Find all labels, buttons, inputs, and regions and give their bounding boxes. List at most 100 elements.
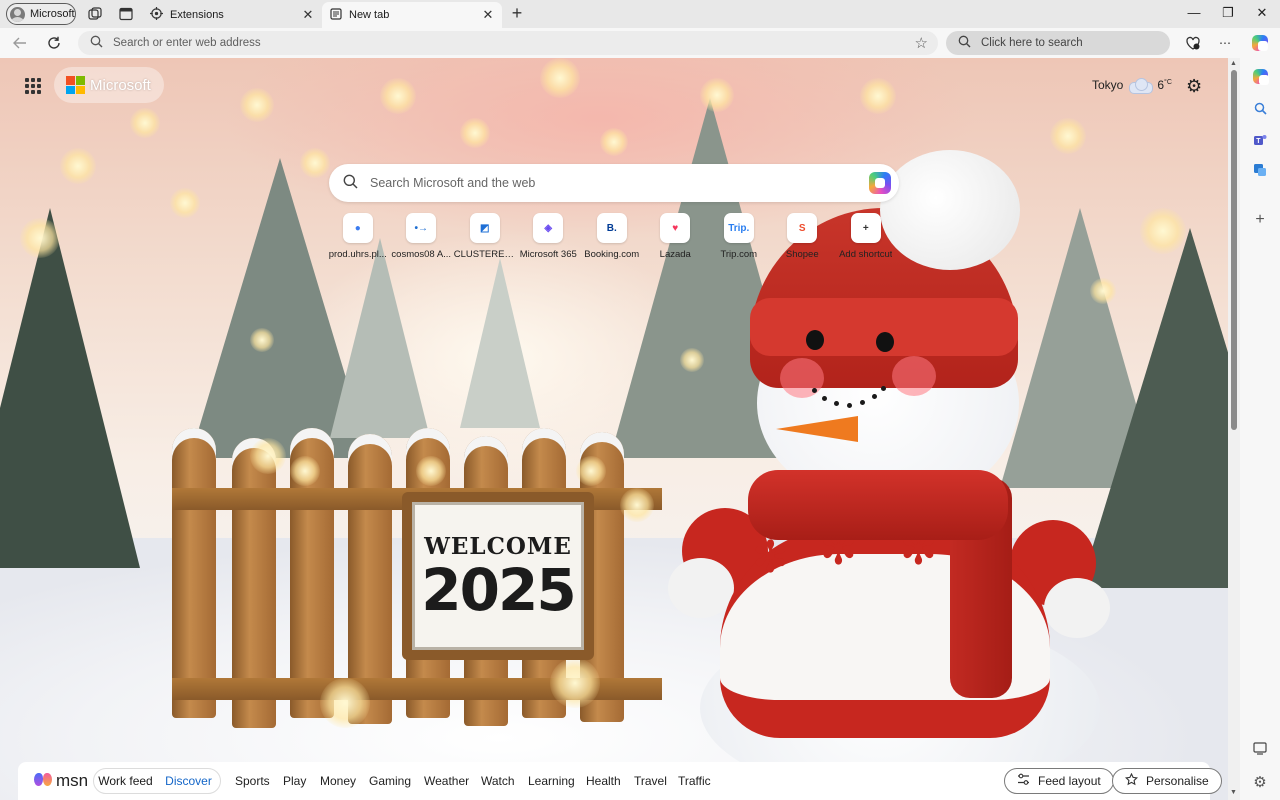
nav-link-gaming[interactable]: Gaming bbox=[369, 774, 411, 788]
back-icon[interactable] bbox=[10, 33, 30, 53]
msn-butterfly-icon bbox=[34, 773, 54, 789]
refresh-icon[interactable] bbox=[44, 33, 64, 53]
copilot-icon[interactable] bbox=[1252, 68, 1269, 85]
shortcut-label: CLUSTERED ... bbox=[453, 249, 516, 260]
shortcut-tile[interactable]: ♥ Lazada bbox=[644, 213, 708, 260]
avatar-icon bbox=[10, 6, 25, 22]
discover-tab[interactable]: Discover bbox=[157, 774, 220, 788]
web-search-box[interactable]: Search Microsoft and the web bbox=[329, 164, 899, 202]
nav-link-weather[interactable]: Weather bbox=[424, 774, 469, 788]
profile-button[interactable]: Microsoft bbox=[6, 3, 76, 25]
tab-actions-icon[interactable] bbox=[118, 6, 134, 22]
scroll-down-arrow-icon[interactable]: ▼ bbox=[1230, 789, 1237, 796]
minimize-button[interactable]: — bbox=[1184, 5, 1204, 20]
weather-widget[interactable]: Tokyo 6°C bbox=[1092, 78, 1172, 94]
shortcut-tile[interactable]: S Shopee bbox=[771, 213, 835, 260]
light-bokeh bbox=[860, 78, 896, 114]
light-bokeh bbox=[320, 678, 370, 728]
sign-line-2: 2025 bbox=[421, 555, 576, 624]
page-settings-icon[interactable]: ⚙ bbox=[1186, 76, 1202, 97]
close-tab-icon[interactable]: ✕ bbox=[480, 7, 496, 23]
tab-new-tab[interactable]: New tab ✕ bbox=[322, 2, 502, 28]
address-bar[interactable]: Search or enter web address ☆ bbox=[78, 31, 938, 55]
browser-essentials-icon[interactable] bbox=[1184, 34, 1202, 52]
new-tab-button[interactable]: + bbox=[507, 4, 527, 22]
scrollbar-thumb[interactable] bbox=[1231, 70, 1237, 430]
tab-strip: Microsoft Extensions ✕ New tab ✕ + — ❐ ✕ bbox=[0, 0, 1280, 28]
weather-city: Tokyo bbox=[1092, 78, 1124, 92]
light-bokeh bbox=[300, 148, 330, 178]
light-bokeh bbox=[550, 658, 600, 708]
nav-link-learning[interactable]: Learning bbox=[528, 774, 575, 788]
shortcut-favicon-icon: S bbox=[787, 213, 818, 243]
search-icon bbox=[343, 174, 358, 192]
nav-link-sports[interactable]: Sports bbox=[235, 774, 270, 788]
light-bokeh bbox=[1050, 118, 1086, 154]
address-placeholder: Search or enter web address bbox=[113, 37, 261, 49]
more-menu-icon[interactable]: ⋯ bbox=[1216, 34, 1234, 52]
work-feed-tab[interactable]: Work feed bbox=[94, 774, 157, 788]
page-scrollbar[interactable]: ▲ ▼ bbox=[1228, 58, 1240, 800]
weather-temp: 6°C bbox=[1157, 78, 1172, 92]
shortcut-label: prod.uhrs.pl... bbox=[328, 249, 387, 260]
light-bokeh bbox=[240, 88, 274, 122]
light-bokeh bbox=[1090, 278, 1116, 304]
extensions-icon bbox=[150, 7, 163, 23]
translator-icon[interactable] bbox=[1252, 162, 1268, 178]
light-bokeh bbox=[680, 348, 704, 372]
new-tab-page: WELCOME 2025 ✻ ✻ ✻ ✻ ✻ Microsoft Tokyo 6… bbox=[0, 58, 1228, 800]
feed-layout-button[interactable]: Feed layout bbox=[1004, 768, 1114, 794]
microsoft-brand-button[interactable]: Microsoft bbox=[54, 67, 164, 103]
copilot-icon[interactable] bbox=[1251, 34, 1269, 52]
shortcut-favicon-icon: ♥ bbox=[660, 213, 691, 243]
shortcut-favicon-icon: ◩ bbox=[469, 213, 500, 243]
light-bokeh bbox=[600, 128, 628, 156]
shortcut-label: cosmos08 A... bbox=[391, 249, 452, 260]
workspaces-icon[interactable] bbox=[87, 6, 103, 22]
close-window-button[interactable]: ✕ bbox=[1252, 5, 1272, 21]
sidebar-settings-icon[interactable]: ⚙ bbox=[1252, 774, 1268, 791]
nav-link-watch[interactable]: Watch bbox=[481, 774, 515, 788]
nav-link-travel[interactable]: Travel bbox=[634, 774, 667, 788]
tab-extensions[interactable]: Extensions ✕ bbox=[142, 2, 322, 28]
pine-tree bbox=[330, 238, 430, 438]
light-bokeh bbox=[380, 78, 416, 114]
personalise-button[interactable]: Personalise bbox=[1112, 768, 1222, 794]
toolbar-search-box[interactable]: Click here to search bbox=[946, 31, 1170, 55]
copilot-icon[interactable] bbox=[869, 172, 891, 194]
shortcut-tile[interactable]: ● prod.uhrs.pl... bbox=[326, 213, 390, 260]
nav-link-traffic[interactable]: Traffic bbox=[678, 774, 711, 788]
brand-label: Microsoft bbox=[90, 76, 151, 94]
search-icon[interactable] bbox=[1252, 100, 1268, 116]
profile-label: Microsoft bbox=[30, 8, 75, 20]
feed-toggle: Work feed Discover bbox=[93, 768, 221, 794]
scroll-up-arrow-icon[interactable]: ▲ bbox=[1230, 60, 1237, 67]
light-bokeh bbox=[290, 456, 320, 486]
shortcut-label: Lazada bbox=[659, 249, 691, 260]
teams-icon[interactable]: T bbox=[1252, 132, 1268, 148]
sliders-icon bbox=[1017, 773, 1030, 789]
sparkle-star-icon bbox=[1124, 772, 1139, 789]
apps-launcher-icon[interactable] bbox=[25, 78, 41, 94]
shortcut-tile[interactable]: Trip. Trip.com bbox=[707, 213, 771, 260]
nav-link-money[interactable]: Money bbox=[320, 774, 356, 788]
nav-link-play[interactable]: Play bbox=[283, 774, 306, 788]
shortcut-tile[interactable]: ◈ Microsoft 365 bbox=[517, 213, 581, 260]
msn-feed-bar: msn Work feed Discover Sports Play Money… bbox=[18, 762, 1222, 800]
light-bokeh bbox=[60, 148, 96, 184]
shortcut-tile[interactable]: B. Booking.com bbox=[580, 213, 644, 260]
close-tab-icon[interactable]: ✕ bbox=[300, 7, 316, 23]
snowman-mitten bbox=[668, 558, 734, 618]
light-bokeh bbox=[540, 58, 580, 98]
add-shortcut-button[interactable]: + Add shortcut bbox=[834, 213, 898, 260]
restore-button[interactable]: ❐ bbox=[1218, 5, 1238, 21]
sidebar-screenshot-icon[interactable] bbox=[1252, 740, 1268, 756]
shortcut-favicon-icon: •→ bbox=[406, 213, 437, 243]
shortcut-tile[interactable]: •→ cosmos08 A... bbox=[390, 213, 454, 260]
light-bokeh bbox=[700, 78, 734, 112]
nav-link-health[interactable]: Health bbox=[586, 774, 621, 788]
add-tool-icon[interactable]: + bbox=[1252, 211, 1268, 228]
shortcut-tile[interactable]: ◩ CLUSTERED ... bbox=[453, 213, 517, 260]
favorite-star-icon[interactable]: ☆ bbox=[915, 34, 928, 52]
msn-logo[interactable]: msn bbox=[34, 771, 88, 791]
